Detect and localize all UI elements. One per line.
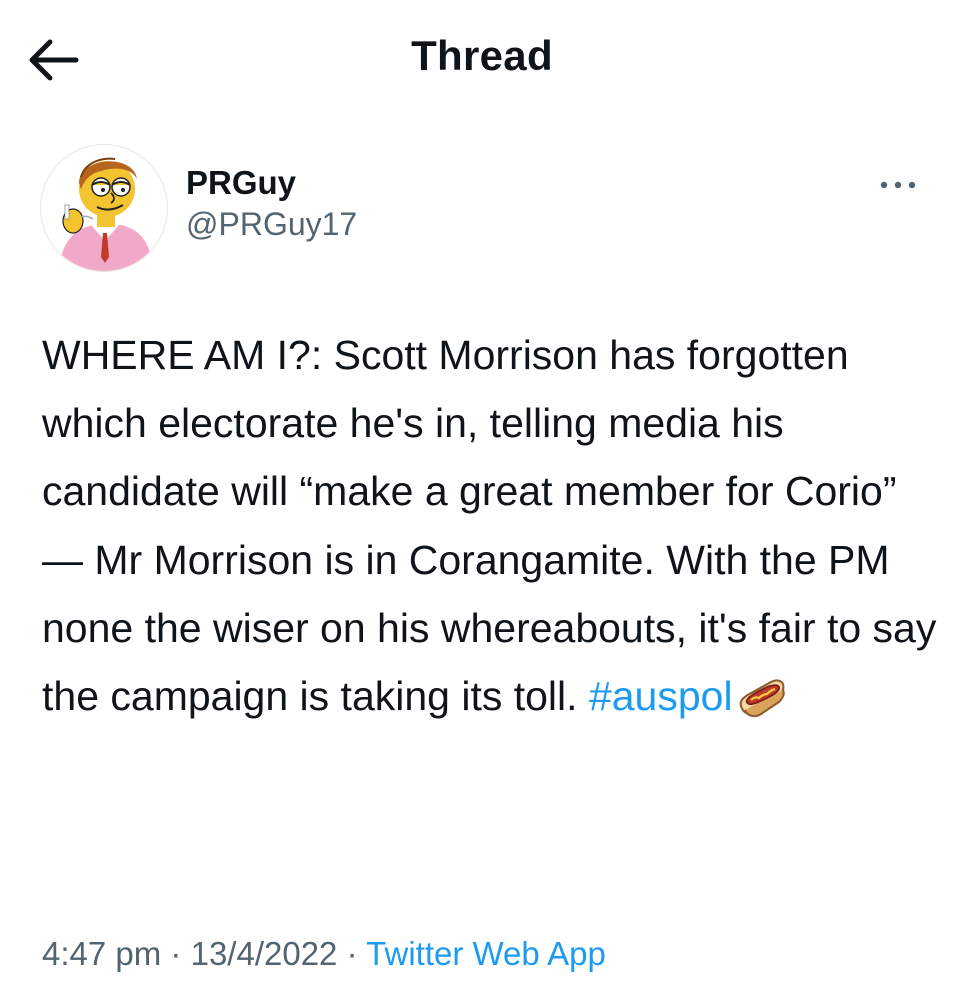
more-horizontal-icon bbox=[880, 181, 916, 189]
hashtag-link[interactable]: #auspol bbox=[589, 673, 733, 719]
tweet-text: WHERE AM I?: Scott Morrison has forgotte… bbox=[42, 321, 942, 730]
author-handle[interactable]: @PRGuy17 bbox=[186, 206, 357, 243]
tweet-body: WHERE AM I?: Scott Morrison has forgotte… bbox=[42, 332, 937, 720]
author-name[interactable]: PRGuy bbox=[186, 164, 296, 202]
meta-separator: · bbox=[170, 935, 182, 972]
more-options-button[interactable] bbox=[872, 170, 924, 200]
page-title: Thread bbox=[411, 32, 553, 79]
cartoon-man-avatar-icon bbox=[41, 145, 167, 271]
avatar[interactable] bbox=[40, 144, 168, 272]
thread-header: Thread bbox=[0, 0, 964, 120]
tweet-meta: 4:47 pm · 13/4/2022 · Twitter Web App bbox=[42, 935, 606, 973]
hotdog-sandwich-emoji-icon bbox=[737, 672, 787, 718]
tweet-source-link[interactable]: Twitter Web App bbox=[366, 935, 606, 972]
tweet-date: 13/4/2022 bbox=[190, 935, 338, 972]
tweet-time: 4:47 pm bbox=[42, 935, 162, 972]
meta-separator: · bbox=[346, 935, 358, 972]
